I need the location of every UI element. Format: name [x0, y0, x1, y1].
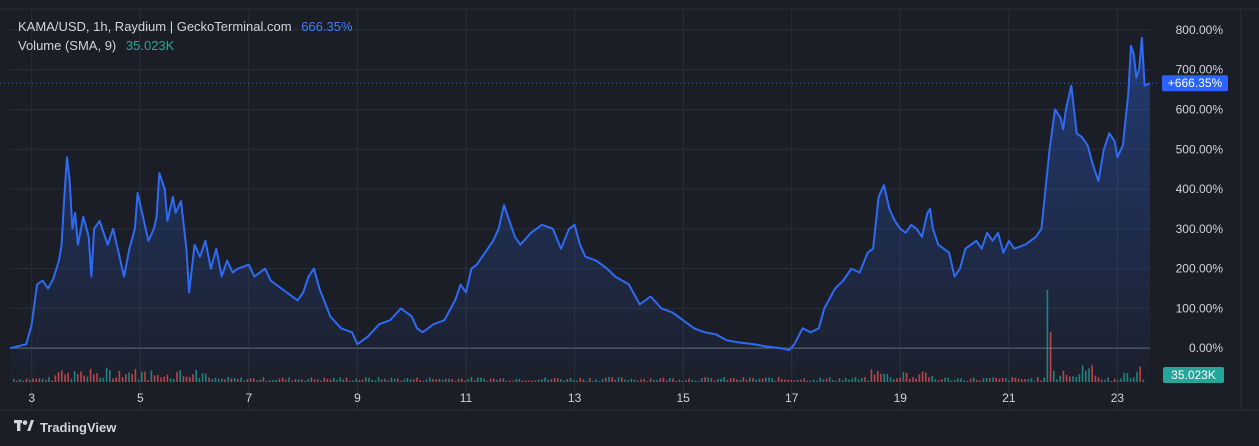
y-tick-label: 600.00%	[1176, 102, 1224, 116]
y-tick-label: 700.00%	[1176, 63, 1224, 77]
x-tick-label: 7	[246, 391, 253, 405]
legend-volume-value: 35.023K	[125, 38, 175, 53]
chart-svg[interactable]: 0.00% 100.00% 200.00% 300.00% 400.00% 500.00%…	[0, 0, 1259, 446]
y-tick-label: 100.00%	[1176, 301, 1224, 315]
x-tick-label: 13	[568, 391, 582, 405]
x-tick-label: 11	[460, 391, 473, 405]
legend-pair-label: KAMA/USD, 1h, Raydium | GeckoTerminal.co…	[18, 19, 292, 34]
y-tick-label: 800.00%	[1176, 23, 1224, 37]
footer[interactable]: TradingView	[14, 420, 116, 435]
legend-pair-value: 666.35%	[301, 19, 353, 34]
x-tick-label: 17	[785, 391, 799, 405]
x-tick-label: 9	[354, 391, 361, 405]
chart-legend: KAMA/USD, 1h, Raydium | GeckoTerminal.co…	[18, 17, 353, 55]
x-tick-label: 3	[28, 391, 35, 405]
tradingview-logo-icon	[14, 420, 34, 435]
legend-pair-row: KAMA/USD, 1h, Raydium | GeckoTerminal.co…	[18, 17, 353, 36]
legend-volume-label: Volume (SMA, 9)	[18, 38, 117, 53]
x-tick-label: 21	[1002, 391, 1016, 405]
footer-brand: TradingView	[40, 420, 117, 435]
price-badge-label: +666.35%	[1168, 76, 1223, 90]
volume-badge-label: 35.023K	[1171, 368, 1216, 382]
y-tick-label: 400.00%	[1176, 182, 1224, 196]
y-tick-label: 500.00%	[1176, 142, 1224, 156]
chart-root: 0.00% 100.00% 200.00% 300.00% 400.00% 500.00%…	[0, 0, 1259, 446]
x-tick-label: 15	[676, 391, 690, 405]
x-tick-label: 23	[1111, 391, 1125, 405]
y-tick-label: 300.00%	[1176, 222, 1224, 236]
legend-volume-row: Volume (SMA, 9) 35.023K	[18, 36, 353, 55]
area-fill	[10, 37, 1150, 383]
y-tick-label: 0.00%	[1189, 341, 1223, 355]
y-tick-label: 200.00%	[1176, 262, 1224, 276]
x-tick-label: 5	[137, 391, 144, 405]
x-tick-label: 19	[894, 391, 908, 405]
